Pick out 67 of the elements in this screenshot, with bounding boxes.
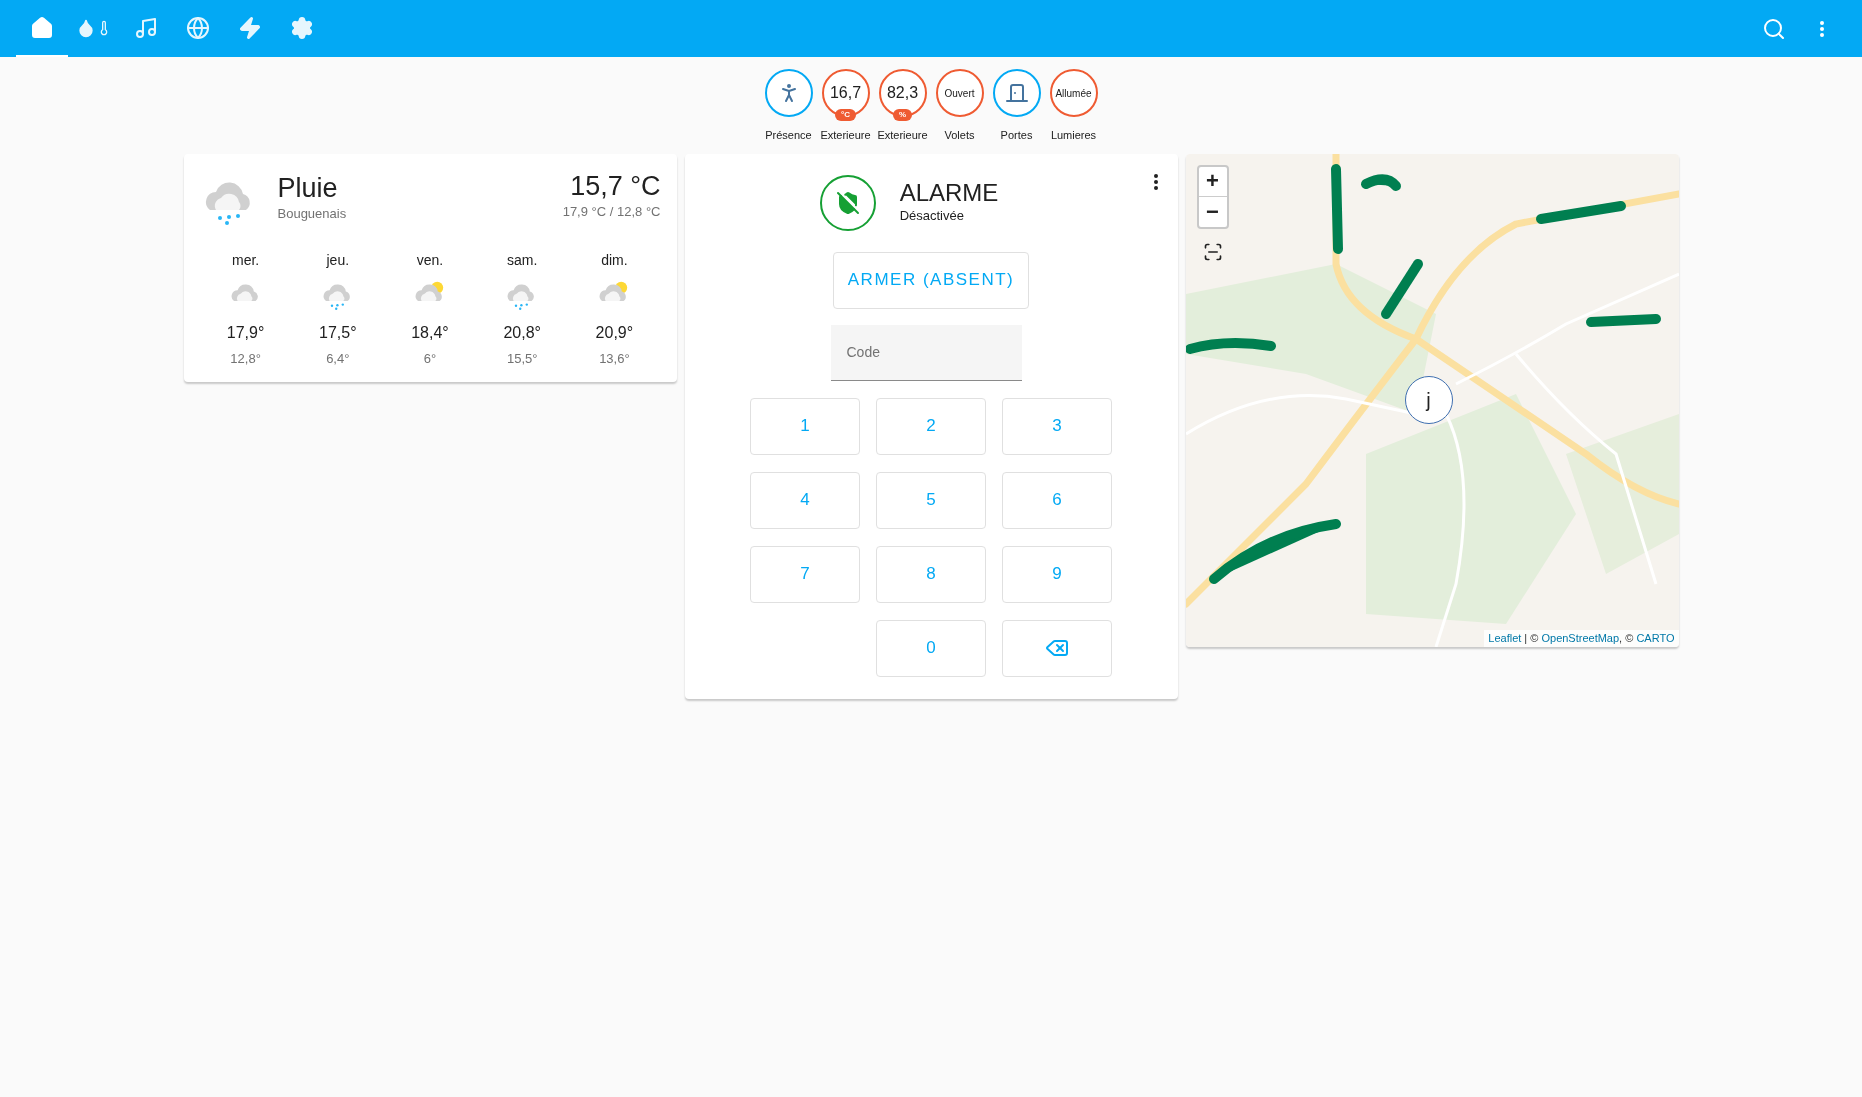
search-icon [1762,16,1786,41]
attribution-link[interactable]: Leaflet [1488,632,1522,644]
zoom-in-button[interactable]: + [1198,166,1227,197]
more-icon [1820,20,1824,37]
forecast-low: 12,8° [230,349,261,368]
card-menu-button[interactable] [1153,173,1158,190]
badge-label: Exterieure [820,128,871,143]
keypad-key[interactable]: 8 [876,545,986,603]
keypad-key[interactable]: 1 [750,397,860,455]
state-badge[interactable] [992,69,1041,117]
backspace-key[interactable] [1002,619,1112,677]
settings-icon [290,15,314,40]
forecast-day: dim. [601,249,628,271]
lightning-icon [238,15,262,40]
badge-value: 16,7 [829,83,862,103]
more-icon [1153,173,1158,190]
badge-label: Volets [944,128,975,143]
unit-label: % [892,109,913,121]
state-badge[interactable]: Allumée [1049,69,1098,117]
state-badge[interactable] [764,69,813,117]
weather-condition: Pluie [277,171,339,204]
alarm-title: ALARME [899,179,999,206]
door-icon [1004,81,1029,105]
badge-value: Allumée [1055,86,1092,101]
arm-away-button[interactable]: ARMER (ABSENT) [833,251,1029,309]
keypad-key[interactable]: 5 [876,471,986,529]
recenter-button[interactable] [1202,241,1223,262]
forecast-low: 6,4° [326,349,350,368]
forecast-day: sam. [507,249,538,271]
badge-value: Ouvert [944,86,975,101]
forecast-high: 18,4° [411,322,449,343]
location-name: Bouguenais [277,204,347,223]
forecast-high: 20,8° [503,322,541,343]
forecast-high: 20,9° [595,322,634,343]
keypad-key[interactable]: 0 [876,619,986,677]
keypad-key[interactable]: 7 [750,545,860,603]
badge-value: 82,3 [886,83,919,103]
code-input-field[interactable]: Code [830,324,1022,381]
forecast-high: 17,5° [319,322,357,343]
keypad-key[interactable]: 4 [750,471,860,529]
temperature-range: 17,9 °C / 12,8 °C [562,202,661,221]
attribution-link[interactable]: CARTO [1636,632,1675,644]
current-temperature: 15,7 °C [570,169,661,202]
home-icon [30,15,54,40]
forecast-day: jeu. [326,249,350,271]
forecast-low: 6° [423,349,437,368]
map-attribution: Leaflet | © OpenStreetMap, © CARTO [1484,630,1679,647]
forecast-high: 17,9° [226,322,265,343]
badge-label: Lumieres [1050,128,1097,143]
locate-icon [1202,241,1223,262]
keypad-key[interactable]: 6 [1002,471,1112,529]
forecast-day: ven. [416,249,444,271]
music-icon [134,15,158,40]
forecast-low: 15,5° [506,349,538,368]
zoom-out-button[interactable]: − [1198,196,1227,227]
unit-label: °C [835,109,856,121]
state-badge[interactable]: Ouvert [935,69,984,117]
badge-label: Portes [1000,128,1033,143]
keypad-key[interactable]: 3 [1002,397,1112,455]
keypad-key[interactable]: 2 [876,397,986,455]
globe-icon [186,15,210,40]
forecast-day: mer. [231,249,260,271]
forecast-low: 13,6° [599,349,630,368]
alarm-state: Désactivée [899,206,965,225]
badge-label: Présence [765,128,812,143]
badge-label: Exterieure [877,128,928,143]
keypad-key[interactable]: 9 [1002,545,1112,603]
